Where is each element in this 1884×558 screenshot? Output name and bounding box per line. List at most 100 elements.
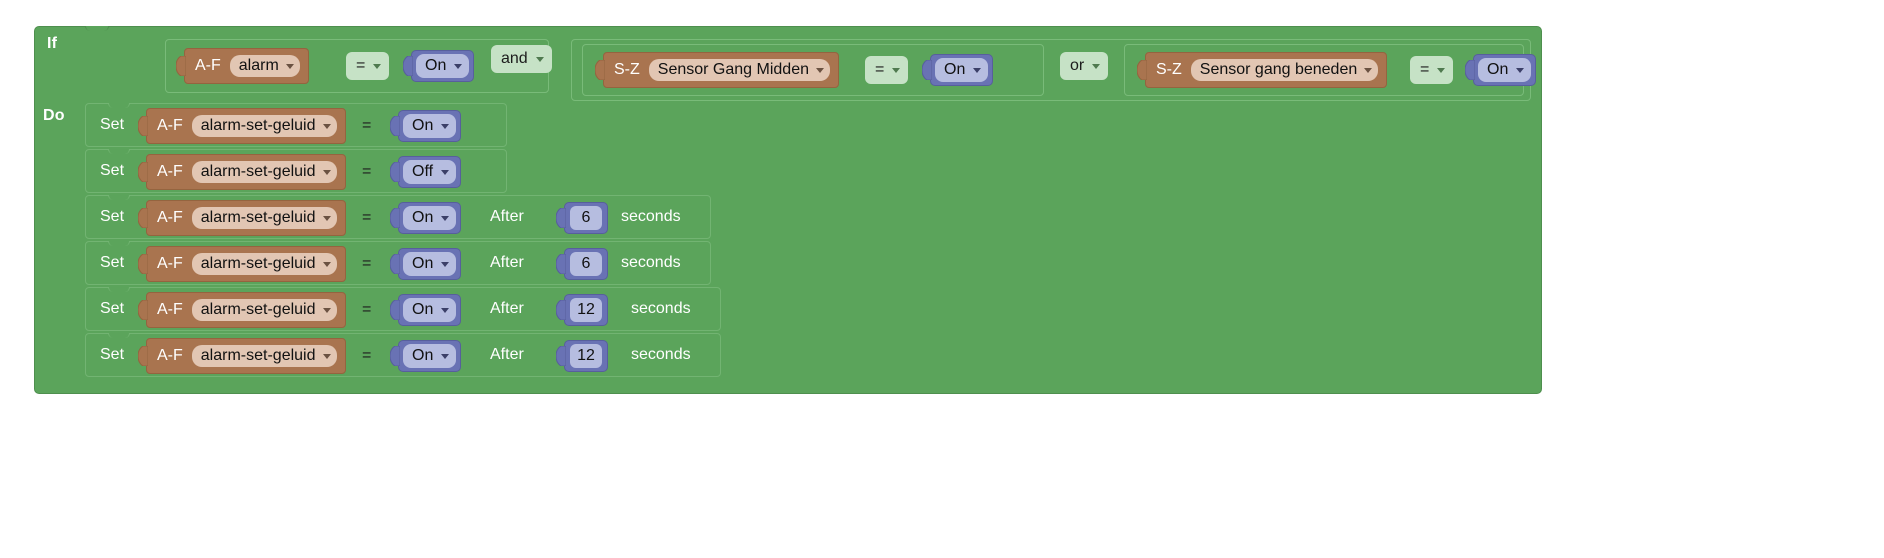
condition-3-value-label: On: [1487, 61, 1509, 78]
statement-3-value-dropdown[interactable]: On: [403, 206, 457, 230]
if-keyword-label: If: [47, 35, 58, 52]
plug-icon: [556, 254, 566, 274]
statement-6-delay-block[interactable]: 12: [556, 340, 608, 372]
plug-icon: [138, 254, 148, 274]
statement-2-set-label: Set: [100, 162, 125, 179]
table-row[interactable]: Set A-F alarm-set-geluid =: [85, 333, 721, 377]
table-row[interactable]: Set A-F alarm-set-geluid =: [85, 149, 507, 193]
condition-3-value-block[interactable]: On: [1465, 54, 1537, 86]
condition-1-value-dropdown[interactable]: On: [416, 54, 470, 78]
table-row[interactable]: Set A-F alarm-set-geluid =: [85, 287, 721, 331]
statement-4-set-label: Set: [100, 254, 125, 271]
condition-2-value-dropdown[interactable]: On: [935, 58, 989, 82]
chevron-down-icon: [1516, 68, 1525, 73]
statement-4-entity-label: alarm-set-geluid: [200, 255, 316, 272]
logic-operator-and[interactable]: and: [491, 45, 552, 73]
plug-icon: [1465, 60, 1475, 80]
statement-1-operator: =: [362, 112, 371, 140]
plug-icon: [595, 60, 605, 80]
statement-2-value-dropdown[interactable]: Off: [403, 160, 457, 184]
condition-1-operator-dropdown[interactable]: =: [346, 52, 390, 80]
condition-1-entity-label: alarm: [238, 57, 279, 74]
statement-6-seconds-label: seconds: [631, 346, 691, 363]
statement-3-delay-block[interactable]: 6: [556, 202, 608, 234]
statement-2-entity-dropdown[interactable]: alarm-set-geluid: [191, 161, 337, 183]
table-row[interactable]: Set A-F alarm-set-geluid =: [85, 195, 711, 239]
chevron-down-icon: [322, 354, 331, 359]
statement-1-device-block[interactable]: A-F alarm-set-geluid: [138, 108, 346, 144]
condition-1-value-block[interactable]: On: [403, 50, 475, 82]
statement-1-value-block[interactable]: On: [390, 110, 462, 142]
statement-6-delay-value: 12: [577, 347, 595, 364]
chevron-down-icon: [441, 262, 450, 267]
logic-operator-or[interactable]: or: [1060, 52, 1109, 80]
statement-5-entity-dropdown[interactable]: alarm-set-geluid: [191, 299, 337, 321]
statement-1-set-label: Set: [100, 116, 125, 133]
statement-6-entity-dropdown[interactable]: alarm-set-geluid: [191, 345, 337, 367]
condition-slot-3[interactable]: S-Z Sensor gang beneden = On: [1124, 44, 1537, 96]
condition-slot-2[interactable]: S-Z Sensor Gang Midden = On: [582, 44, 1044, 96]
statement-4-delay-block[interactable]: 6: [556, 248, 608, 280]
statement-4-entity-dropdown[interactable]: alarm-set-geluid: [191, 253, 337, 275]
condition-2-value-block[interactable]: On: [922, 54, 994, 86]
statement-6-delay-input[interactable]: 12: [570, 344, 602, 368]
blockly-canvas: If Do A-F alarm = On and S-Z Sensor Gang…: [0, 0, 1884, 558]
table-row[interactable]: Set A-F alarm-set-geluid =: [85, 241, 711, 285]
condition-2-device-block[interactable]: S-Z Sensor Gang Midden: [595, 52, 839, 88]
statement-5-value-block[interactable]: On: [390, 294, 462, 326]
statement-4-value-block[interactable]: On: [390, 248, 462, 280]
chevron-down-icon: [441, 308, 450, 313]
statement-5-device-block[interactable]: A-F alarm-set-geluid: [138, 292, 346, 328]
statement-5-value-dropdown[interactable]: On: [403, 298, 457, 322]
statement-4-delay-input[interactable]: 6: [570, 252, 602, 276]
condition-3-operator-dropdown[interactable]: =: [1410, 56, 1454, 84]
statement-1-value-dropdown[interactable]: On: [403, 114, 457, 138]
statement-4-value-dropdown[interactable]: On: [403, 252, 457, 276]
statement-2-value-block[interactable]: Off: [390, 156, 462, 188]
condition-3-device-block[interactable]: S-Z Sensor gang beneden: [1137, 52, 1388, 88]
chevron-down-icon: [973, 68, 982, 73]
condition-1-device-block[interactable]: A-F alarm: [176, 48, 309, 84]
plug-icon: [138, 116, 148, 136]
condition-3-prefix: S-Z: [1156, 61, 1182, 78]
condition-2-entity-dropdown[interactable]: Sensor Gang Midden: [648, 59, 830, 81]
statement-1-entity-dropdown[interactable]: alarm-set-geluid: [191, 115, 337, 137]
plug-icon: [390, 254, 400, 274]
statement-3-value-block[interactable]: On: [390, 202, 462, 234]
condition-1-operator-label: =: [356, 57, 366, 74]
condition-1-entity-dropdown[interactable]: alarm: [229, 55, 300, 77]
condition-2-operator-dropdown[interactable]: =: [865, 56, 909, 84]
condition-2-entity-label: Sensor Gang Midden: [657, 61, 809, 78]
if-control-block[interactable]: If Do A-F alarm = On and S-Z Sensor Gang…: [34, 26, 1542, 394]
condition-2-prefix: S-Z: [614, 61, 640, 78]
statement-3-seconds-label: seconds: [621, 208, 681, 225]
table-row[interactable]: Set A-F alarm-set-geluid =: [85, 103, 507, 147]
statement-2-value-label: Off: [412, 163, 434, 180]
statement-2-operator: =: [362, 158, 371, 186]
statement-5-delay-block[interactable]: 12: [556, 294, 608, 326]
statement-5-delay-input[interactable]: 12: [570, 298, 602, 322]
condition-3-entity-dropdown[interactable]: Sensor gang beneden: [1190, 59, 1379, 81]
statement-3-entity-label: alarm-set-geluid: [200, 209, 316, 226]
statement-6-value-dropdown[interactable]: On: [403, 344, 457, 368]
plug-icon: [390, 162, 400, 182]
statement-6-operator-label: =: [362, 347, 372, 364]
chevron-down-icon: [322, 170, 331, 175]
condition-3-value-dropdown[interactable]: On: [1478, 58, 1532, 82]
statement-5-operator: =: [362, 296, 371, 324]
condition-group-right[interactable]: S-Z Sensor Gang Midden = On or S-Z Senso…: [571, 39, 1537, 101]
statement-2-prefix: A-F: [157, 163, 183, 180]
statement-6-device-block[interactable]: A-F alarm-set-geluid: [138, 338, 346, 374]
plug-icon: [390, 116, 400, 136]
chevron-down-icon: [441, 216, 450, 221]
statement-3-entity-dropdown[interactable]: alarm-set-geluid: [191, 207, 337, 229]
chevron-down-icon: [535, 57, 544, 62]
statement-2-device-block[interactable]: A-F alarm-set-geluid: [138, 154, 346, 190]
plug-icon: [138, 208, 148, 228]
plug-icon: [138, 300, 148, 320]
statement-6-value-block[interactable]: On: [390, 340, 462, 372]
statement-3-device-block[interactable]: A-F alarm-set-geluid: [138, 200, 346, 236]
plug-icon: [922, 60, 932, 80]
statement-3-delay-input[interactable]: 6: [570, 206, 602, 230]
statement-4-device-block[interactable]: A-F alarm-set-geluid: [138, 246, 346, 282]
